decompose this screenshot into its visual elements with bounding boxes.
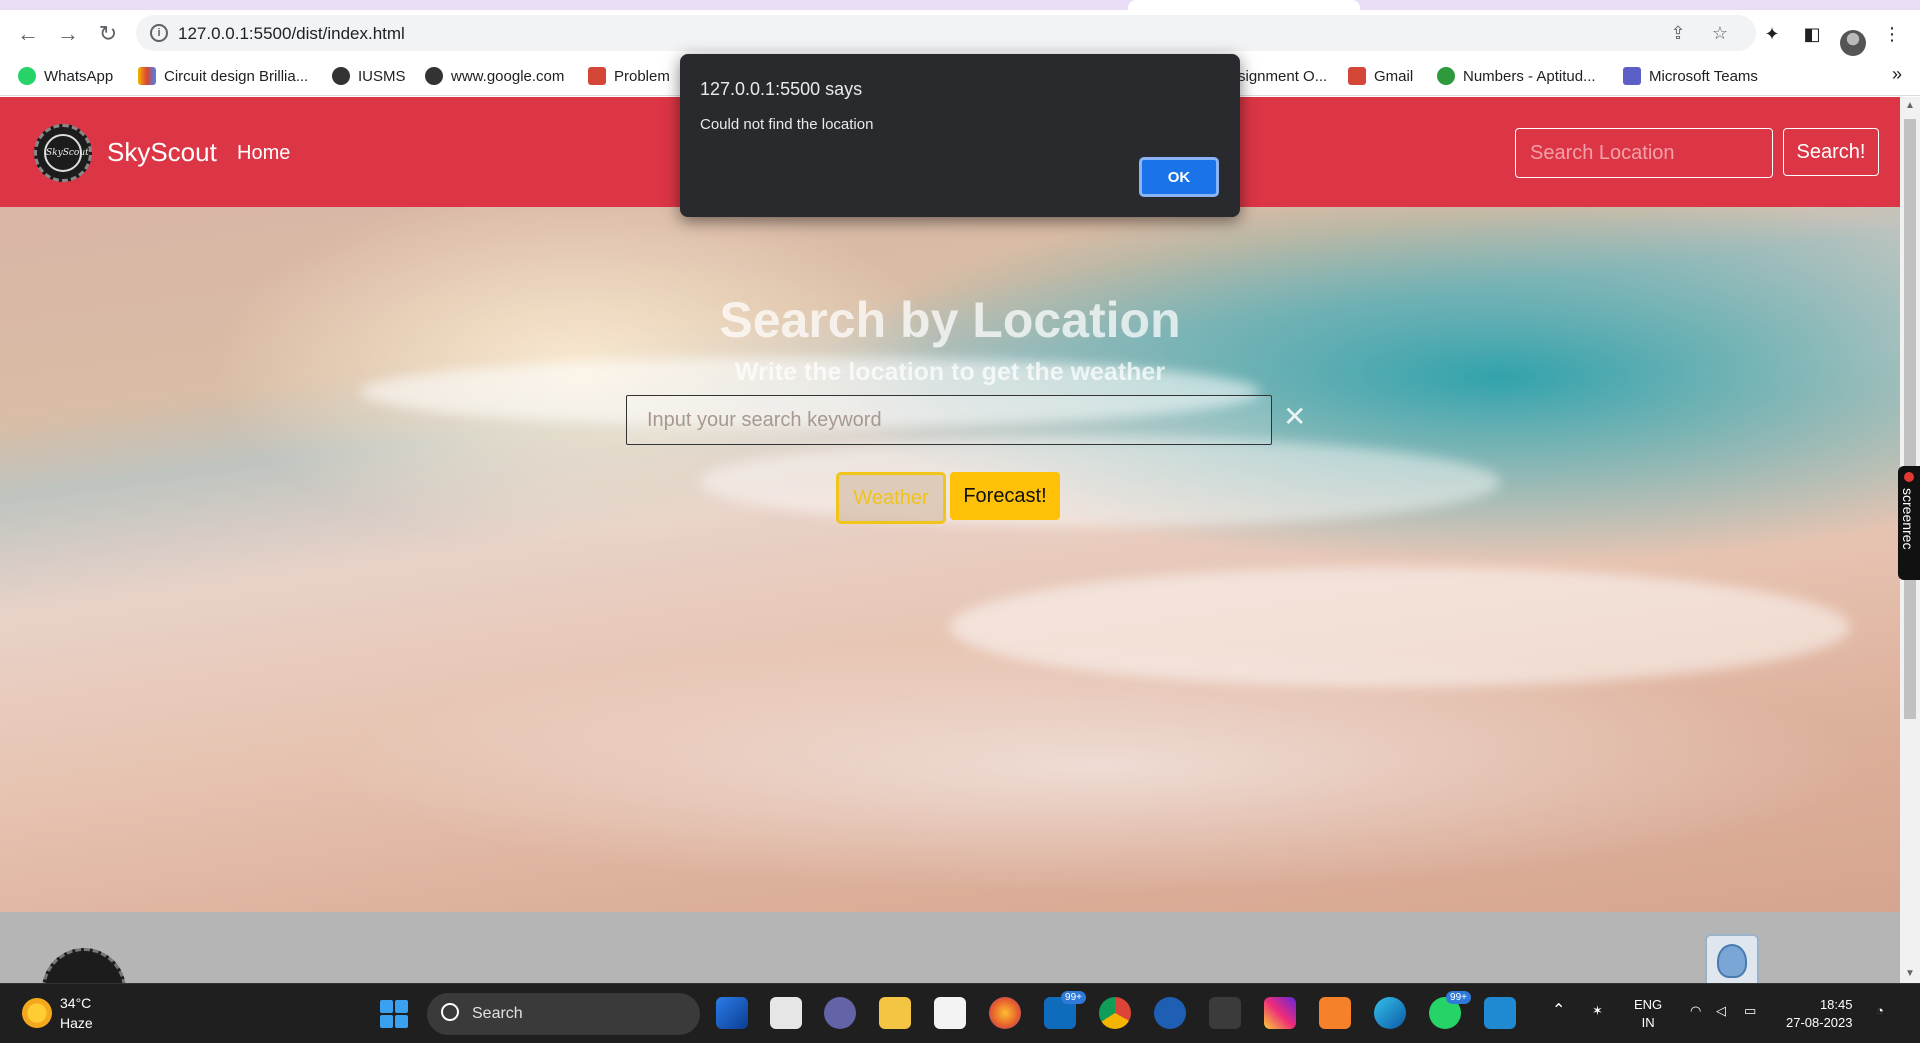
site-footer <box>0 912 1900 983</box>
bookmark-circuit-design[interactable]: Circuit design Brillia... <box>138 65 308 87</box>
bookmark-google[interactable]: www.google.com <box>425 65 564 87</box>
scroll-down-icon[interactable]: ▼ <box>1900 965 1920 983</box>
wifi-icon[interactable]: ◠ <box>1690 1002 1701 1020</box>
footer-logo <box>42 948 126 983</box>
forecast-button[interactable]: Forecast! <box>950 472 1060 520</box>
scroll-up-icon[interactable]: ▲ <box>1900 97 1920 115</box>
umbrella-icon <box>1437 67 1455 85</box>
shield-badge-icon[interactable] <box>1705 934 1759 983</box>
page-viewport: SkyScout SkyScout Home Search! Search by… <box>0 97 1900 983</box>
url-text[interactable]: 127.0.0.1:5500/dist/index.html <box>178 24 405 44</box>
xampp-icon[interactable] <box>1319 997 1351 1029</box>
gmail-icon <box>1348 67 1366 85</box>
battery-icon[interactable]: ▭ <box>1744 1002 1756 1020</box>
edge-beta-icon[interactable] <box>716 997 748 1029</box>
grid-icon <box>138 67 156 85</box>
weather-widget[interactable]: 34°C Haze <box>22 993 93 1033</box>
brand-name[interactable]: SkyScout <box>107 137 217 168</box>
scrollbar-thumb[interactable] <box>1904 119 1916 719</box>
bookmark-whatsapp[interactable]: WhatsApp <box>18 65 113 87</box>
search-icon <box>441 1003 459 1021</box>
tab-strip <box>0 0 1920 10</box>
bookmark-microsoft-teams[interactable]: Microsoft Teams <box>1623 65 1758 87</box>
keyword-search-input[interactable] <box>626 395 1272 445</box>
back-icon[interactable]: ← <box>12 18 44 50</box>
navbar-search-input[interactable] <box>1515 128 1773 178</box>
bookmark-star-icon[interactable]: ☆ <box>1708 21 1732 45</box>
bookmark-numbers-aptitude[interactable]: Numbers - Aptitud... <box>1437 65 1596 87</box>
navbar-search-button[interactable]: Search! <box>1783 128 1879 176</box>
wave-foam <box>950 567 1850 687</box>
bookmark-iusms[interactable]: IUSMS <box>332 65 406 87</box>
globe-icon <box>425 67 443 85</box>
task-view-icon[interactable] <box>770 997 802 1029</box>
clear-search-icon[interactable]: ✕ <box>1283 402 1306 432</box>
site-info-icon[interactable]: i <box>150 24 168 42</box>
logo-text: SkyScout <box>44 134 89 172</box>
notifications-bell-icon[interactable]: ◔ <box>1876 1002 1884 1020</box>
hero-title: Search by Location <box>719 292 1181 348</box>
volume-icon[interactable]: ◁ <box>1716 1002 1726 1020</box>
more-bookmarks-button[interactable]: » <box>1892 64 1902 85</box>
chevron-up-icon[interactable]: ⌃ <box>1552 1002 1565 1020</box>
globe-icon <box>332 67 350 85</box>
address-bar[interactable]: i 127.0.0.1:5500/dist/index.html ⇪ ☆ <box>136 15 1756 51</box>
bookmark-assignment[interactable]: signment O... <box>1238 65 1327 87</box>
mail-icon[interactable]: 99+ <box>1044 991 1086 1029</box>
clock[interactable]: 18:45 27-08-2023 <box>1786 996 1853 1032</box>
instagram-icon[interactable] <box>1264 997 1296 1029</box>
word-web-icon[interactable] <box>1154 997 1186 1029</box>
dialog-message: Could not find the location <box>700 116 874 133</box>
whatsapp-icon[interactable]: 99+ <box>1429 991 1471 1029</box>
mail-badge: 99+ <box>1061 991 1086 1004</box>
firefox-icon[interactable] <box>989 997 1021 1029</box>
start-icon[interactable] <box>380 1000 408 1028</box>
edge-icon[interactable] <box>1374 997 1406 1029</box>
clock-date: 27-08-2023 <box>1786 1015 1853 1030</box>
microsoft-store-icon[interactable] <box>934 997 966 1029</box>
taskbar-search[interactable]: Search <box>427 993 700 1035</box>
profile-avatar[interactable] <box>1840 30 1866 56</box>
hero-subtitle: Write the location to get the weather <box>734 358 1166 386</box>
gmail-icon <box>588 67 606 85</box>
file-explorer-icon[interactable] <box>879 997 911 1029</box>
share-icon[interactable]: ⇪ <box>1666 21 1690 45</box>
teams-icon <box>1623 67 1641 85</box>
nav-home-link[interactable]: Home <box>237 142 290 165</box>
active-tab[interactable] <box>1128 0 1360 10</box>
wave-foam <box>700 437 1500 527</box>
shield-icon <box>1717 944 1747 978</box>
dialog-ok-button[interactable]: OK <box>1139 157 1219 197</box>
screenrec-label: screenrec <box>1900 488 1916 550</box>
record-dot-icon <box>1904 472 1914 482</box>
weather-condition: Haze <box>60 1015 93 1031</box>
alert-dialog: 127.0.0.1:5500 says Could not find the l… <box>680 54 1240 217</box>
weather-temperature: 34°C <box>60 995 92 1011</box>
windows-taskbar: 34°C Haze Search 99+ 99+ ⌃ ✶ ENG IN ◠ ◁ … <box>0 983 1920 1043</box>
hero-section: Search by Location Write the location to… <box>0 207 1900 912</box>
extensions-icon[interactable]: ✦ <box>1760 22 1784 46</box>
chrome-icon[interactable] <box>1099 997 1131 1029</box>
meet-icon[interactable] <box>824 997 856 1029</box>
clock-time: 18:45 <box>1819 997 1853 1012</box>
weather-button[interactable]: Weather <box>836 472 946 524</box>
site-logo[interactable]: SkyScout <box>34 124 92 182</box>
language-indicator[interactable]: ENG IN <box>1634 996 1662 1032</box>
whatsapp-badge: 99+ <box>1446 991 1471 1004</box>
whatsapp-icon <box>18 67 36 85</box>
menu-kebab-icon[interactable]: ⋮ <box>1880 22 1904 46</box>
haze-sun-icon <box>22 998 52 1028</box>
dialog-title: 127.0.0.1:5500 says <box>700 79 863 99</box>
forward-icon[interactable]: → <box>52 18 84 50</box>
dropbox-icon[interactable]: ✶ <box>1592 1002 1603 1020</box>
side-panel-icon[interactable]: ◧ <box>1800 22 1824 46</box>
screenrec-widget[interactable]: screenrec <box>1898 466 1920 580</box>
bookmark-gmail[interactable]: Gmail <box>1348 65 1413 87</box>
p-app-icon[interactable] <box>1209 997 1241 1029</box>
reload-icon[interactable]: ↻ <box>92 18 124 50</box>
browser-toolbar: ← → ↻ i 127.0.0.1:5500/dist/index.html ⇪… <box>0 10 1920 56</box>
vscode-icon[interactable] <box>1484 997 1516 1029</box>
bookmark-problem[interactable]: Problem <box>588 65 670 87</box>
taskbar-search-label: Search <box>472 1005 523 1022</box>
